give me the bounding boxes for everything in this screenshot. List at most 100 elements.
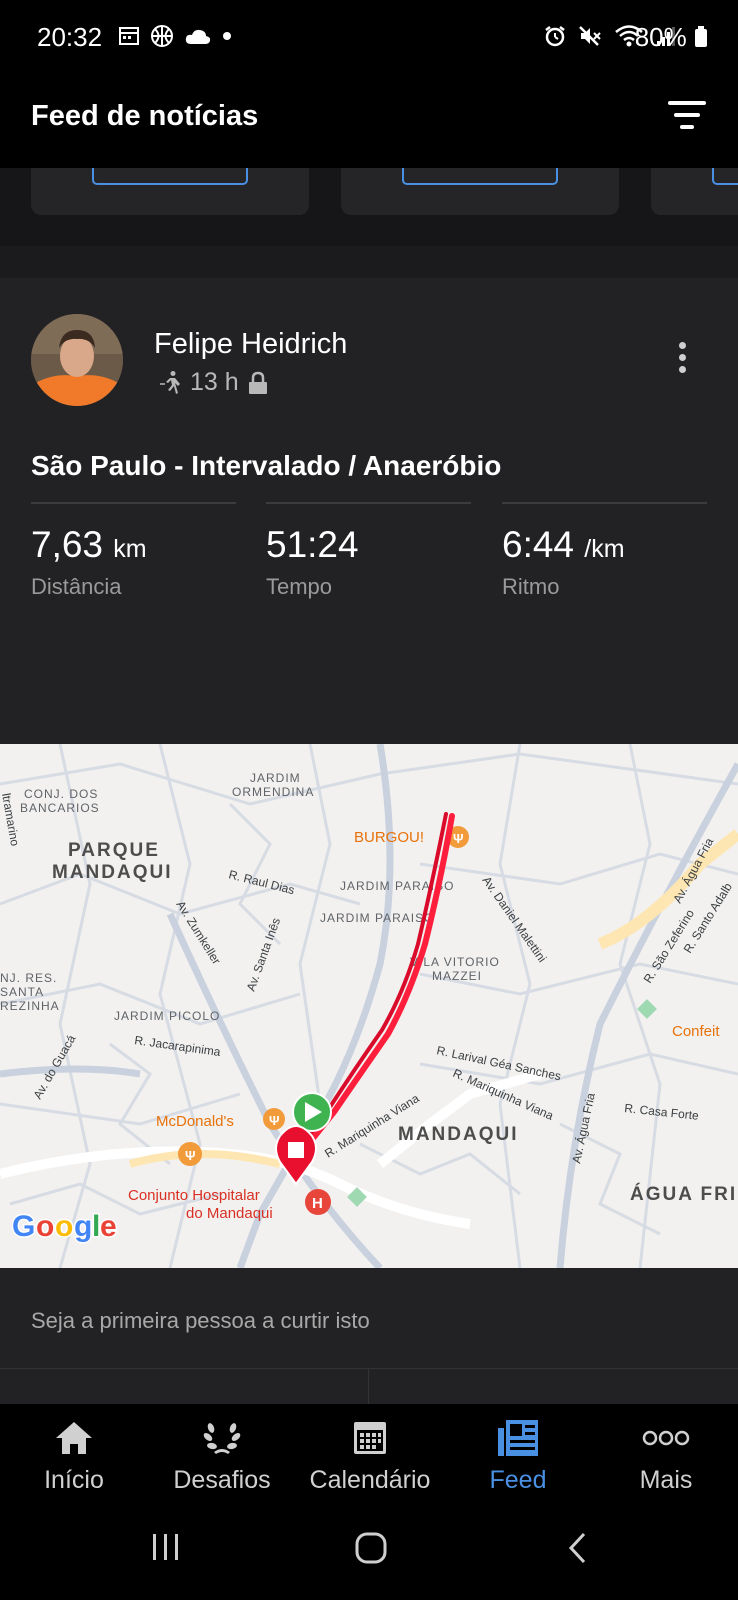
stat-label: Ritmo [502, 574, 560, 599]
nav-calendario[interactable]: Calendário [296, 1404, 444, 1510]
map-label: JARDIM [250, 771, 301, 785]
more-dots-icon [642, 1430, 690, 1446]
previous-card-button[interactable] [712, 168, 738, 185]
svg-text:e: e [100, 1210, 117, 1243]
cloud-icon [185, 29, 211, 44]
alarm-icon [545, 26, 565, 47]
post-actions [0, 1368, 738, 1404]
avatar[interactable] [31, 314, 123, 406]
like-button[interactable] [0, 1369, 368, 1404]
svg-text:o: o [36, 1210, 54, 1243]
laurel-icon [203, 1423, 241, 1454]
svg-text:Ψ: Ψ [269, 1113, 280, 1128]
stat-value: 51:24 [266, 524, 359, 565]
recents-icon [153, 1534, 178, 1560]
map-label: JARDIM PICOLO [114, 1009, 220, 1023]
page-title: Feed de notícias [31, 100, 259, 132]
home-circle-icon [355, 1532, 387, 1564]
map-label: MANDAQUI [52, 862, 173, 883]
svg-text:G: G [12, 1210, 35, 1243]
running-icon [160, 370, 180, 394]
comment-button[interactable] [369, 1369, 737, 1404]
map-label: CONJ. DOS [24, 787, 98, 801]
nav-label: Calendário [309, 1466, 431, 1494]
map-label: Av. Água Fria [568, 1091, 598, 1164]
map-label: ÁGUA FRI [630, 1183, 737, 1205]
svg-text:H: H [312, 1195, 323, 1212]
home-button[interactable] [354, 1532, 388, 1569]
previous-card-button[interactable] [92, 168, 248, 185]
calendar-icon [354, 1422, 386, 1454]
more-vert-icon [678, 342, 686, 349]
map-poi-label: Confeit [672, 1023, 720, 1040]
likes-text[interactable]: Seja a primeira pessoa a curtir isto [31, 1308, 370, 1334]
lock-icon [248, 371, 267, 394]
basketball-icon [151, 25, 173, 47]
nav-label: Desafios [173, 1466, 271, 1494]
dot-icon [223, 32, 231, 40]
post-meta: 13 h [158, 368, 269, 397]
feed-list[interactable]: Felipe Heidrich 13 h São Paulo - Interva… [0, 168, 738, 1404]
bottom-nav: Início Desafios Calendário Feed Mais [0, 1404, 738, 1510]
map-label: JARDIM PARAISO [320, 911, 434, 925]
status-time: 20:32 [37, 22, 103, 52]
back-button[interactable] [566, 1532, 590, 1569]
recents-button[interactable] [148, 1532, 184, 1567]
battery-icon [695, 26, 707, 47]
previous-card-strip [0, 168, 738, 246]
map-label: ORMENDINA [232, 785, 314, 799]
stat-time: 51:24 Tempo [266, 502, 471, 600]
back-icon [568, 1532, 586, 1564]
previous-card-button[interactable] [402, 168, 558, 185]
status-battery: 80% [635, 22, 708, 53]
nav-label: Mais [639, 1466, 693, 1494]
stat-pace: 6:44 /km Ritmo [502, 502, 707, 600]
svg-text:Ψ: Ψ [453, 831, 464, 846]
stat-unit: km [113, 535, 147, 563]
home-icon [56, 1422, 92, 1454]
stat-value: 7,63 [31, 524, 104, 565]
app-header: Feed de notícias [0, 78, 738, 168]
stat-unit: /km [584, 535, 625, 563]
svg-text:g: g [74, 1210, 92, 1243]
map-poi-label: BURGOU! [354, 829, 424, 846]
map-label: REZINHA [0, 999, 60, 1013]
filter-button[interactable] [666, 98, 708, 136]
feed-icon [498, 1420, 538, 1456]
map-label: BANCARIOS [20, 801, 100, 815]
map-label: NJ. RES. [0, 971, 57, 985]
route-map[interactable]: CONJ. DOS BANCARIOS JARDIM ORMENDINA JAR… [0, 744, 738, 1268]
user-name[interactable]: Felipe Heidrich [154, 328, 347, 361]
map-label: MANDAQUI [398, 1124, 519, 1145]
nav-inicio[interactable]: Início [0, 1404, 148, 1510]
nav-label: Início [44, 1466, 104, 1494]
map-label: MAZZEI [432, 969, 482, 983]
map-poi-label: Conjunto Hospitalar [128, 1187, 260, 1204]
map-poi-label: do Mandaqui [186, 1205, 273, 1222]
activity-card[interactable]: Felipe Heidrich 13 h São Paulo - Interva… [0, 278, 738, 1404]
status-icons-left [118, 24, 232, 48]
map-label: R. Casa Forte [624, 1101, 700, 1123]
nav-desafios[interactable]: Desafios [148, 1404, 296, 1510]
nav-label: Feed [489, 1466, 547, 1494]
svg-text:o: o [55, 1210, 73, 1243]
mute-icon [579, 26, 601, 46]
nav-feed[interactable]: Feed [444, 1404, 592, 1510]
svg-text:Ψ: Ψ [185, 1148, 196, 1163]
stat-value: 6:44 [502, 524, 575, 565]
map-label: SANTA [0, 985, 44, 999]
stat-label: Distância [31, 574, 122, 599]
filter-icon [668, 101, 706, 129]
stat-distance: 7,63 km Distância [31, 502, 236, 600]
calendar-icon [119, 27, 139, 45]
nav-mais[interactable]: Mais [592, 1404, 738, 1510]
map-poi-label: McDonald's [156, 1113, 234, 1130]
google-logo: G o o g l e [11, 1209, 119, 1245]
battery-percent: 80% [634, 22, 687, 52]
time-ago: 13 h [190, 368, 239, 396]
map-label: PARQUE [68, 840, 160, 861]
post-options-button[interactable] [676, 342, 688, 376]
status-bar: 20:32 80% [0, 0, 738, 78]
activity-title[interactable]: São Paulo - Intervalado / Anaeróbio [31, 450, 501, 482]
map-label: Av. Daniel Malettini [480, 874, 550, 965]
